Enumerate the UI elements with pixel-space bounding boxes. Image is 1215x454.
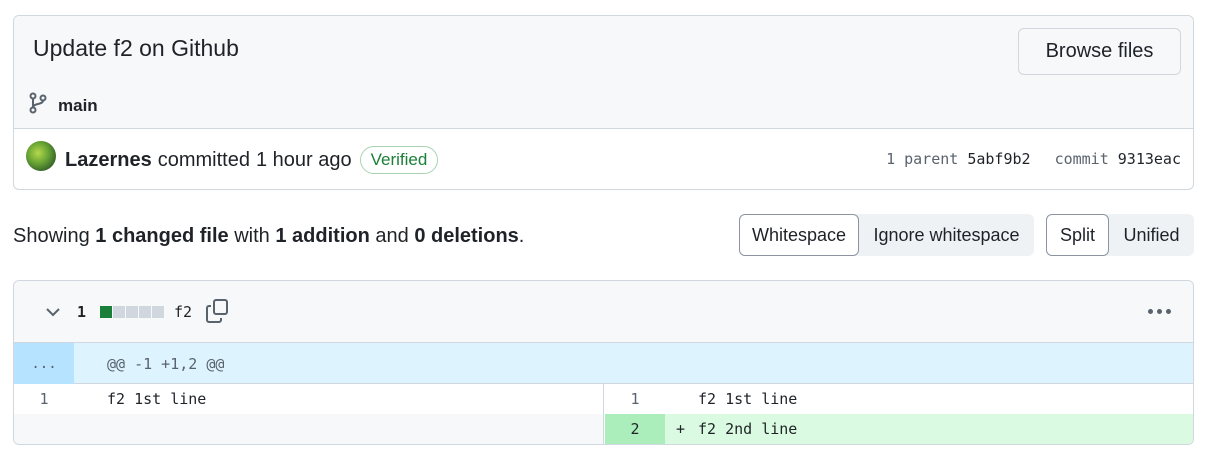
hunk-header: ... @@ -1 +1,2 @@ xyxy=(14,343,1193,384)
diffstat-block-neutral xyxy=(113,306,125,318)
hunk-header-text: @@ -1 +1,2 @@ xyxy=(107,355,225,373)
commit-title: Update f2 on Github xyxy=(33,35,239,61)
right-line-number[interactable]: 2 xyxy=(605,414,665,444)
kebab-horizontal-icon[interactable] xyxy=(1148,309,1171,314)
commit-label: commit xyxy=(1054,150,1109,168)
summary-and: and xyxy=(375,225,409,247)
commit-meta: Lazernes committed 1 hour ago Verified 1… xyxy=(14,129,1193,189)
file-header: 1 f2 xyxy=(14,281,1193,343)
right-code: f2 1st line xyxy=(698,390,798,408)
browse-files-button[interactable]: Browse files xyxy=(1018,28,1181,75)
chevron-down-icon[interactable] xyxy=(44,303,62,326)
verified-badge[interactable]: Verified xyxy=(359,146,439,174)
left-line-number[interactable]: 1 xyxy=(14,384,74,414)
diff-left-cell: 1 f2 1st line xyxy=(14,384,604,414)
branch-name: main xyxy=(58,95,98,115)
diffstat xyxy=(100,306,164,318)
diff-row: 2 + f2 2nd line xyxy=(14,414,1193,444)
whitespace-toggle: Whitespace Ignore whitespace xyxy=(739,214,1034,256)
diff-left-cell-empty xyxy=(14,414,604,444)
git-branch-icon xyxy=(28,92,48,119)
left-code: f2 1st line xyxy=(107,390,207,408)
summary-showing: Showing xyxy=(13,225,90,247)
summary-with: with xyxy=(234,225,270,247)
diffstat-block-neutral xyxy=(139,306,151,318)
right-line-number[interactable]: 1 xyxy=(605,384,665,414)
ignore-whitespace-button[interactable]: Ignore whitespace xyxy=(859,214,1034,256)
commit-sha[interactable]: 9313eac xyxy=(1118,150,1181,168)
diffstat-block-neutral xyxy=(152,306,164,318)
view-mode-toggle: Split Unified xyxy=(1046,214,1194,256)
author-line: Lazernes committed 1 hour ago Verified xyxy=(65,146,439,174)
diff-summary: Showing 1 changed file with 1 addition a… xyxy=(13,225,524,248)
whitespace-button[interactable]: Whitespace xyxy=(739,214,859,256)
parent-label: 1 parent xyxy=(886,150,959,168)
diff-right-cell: 1 f2 1st line xyxy=(605,384,1193,414)
summary-deletions: 0 deletions xyxy=(414,225,519,247)
addition-sign: + xyxy=(676,420,686,438)
diffstat-block-added xyxy=(100,306,112,318)
copy-icon[interactable] xyxy=(205,298,229,329)
commit-header: Update f2 on Github Browse files main xyxy=(14,16,1193,129)
left-line-number xyxy=(14,414,74,444)
file-name-link[interactable]: f2 xyxy=(174,303,192,321)
author-link[interactable]: Lazernes xyxy=(65,149,152,172)
summary-changed-files: 1 changed file xyxy=(95,225,229,247)
branch-indicator[interactable]: main xyxy=(28,92,98,119)
parent-sha-link[interactable]: 5abf9b2 xyxy=(967,150,1030,169)
avatar[interactable] xyxy=(26,141,56,171)
summary-period: . xyxy=(518,225,525,247)
commit-box: Update f2 on Github Browse files main La… xyxy=(13,15,1194,190)
commit-shas: 1 parent 5abf9b2 commit 9313eac xyxy=(886,150,1181,168)
commit-time[interactable]: 1 hour ago xyxy=(256,149,352,172)
diff-right-cell-added: 2 + f2 2nd line xyxy=(605,414,1193,444)
file-diff: 1 f2 ... @@ -1 +1,2 @@ 1 f2 1st line 1 f… xyxy=(13,280,1194,445)
right-code: f2 2nd line xyxy=(698,420,798,438)
change-count: 1 xyxy=(77,303,87,321)
diff-row: 1 f2 1st line 1 f2 1st line xyxy=(14,384,1193,414)
diffstat-block-neutral xyxy=(126,306,138,318)
summary-additions: 1 addition xyxy=(275,225,370,247)
unified-button[interactable]: Unified xyxy=(1109,214,1194,256)
split-button[interactable]: Split xyxy=(1046,214,1109,256)
expand-hunk-button[interactable]: ... xyxy=(14,343,74,384)
commit-action: committed xyxy=(157,148,250,171)
